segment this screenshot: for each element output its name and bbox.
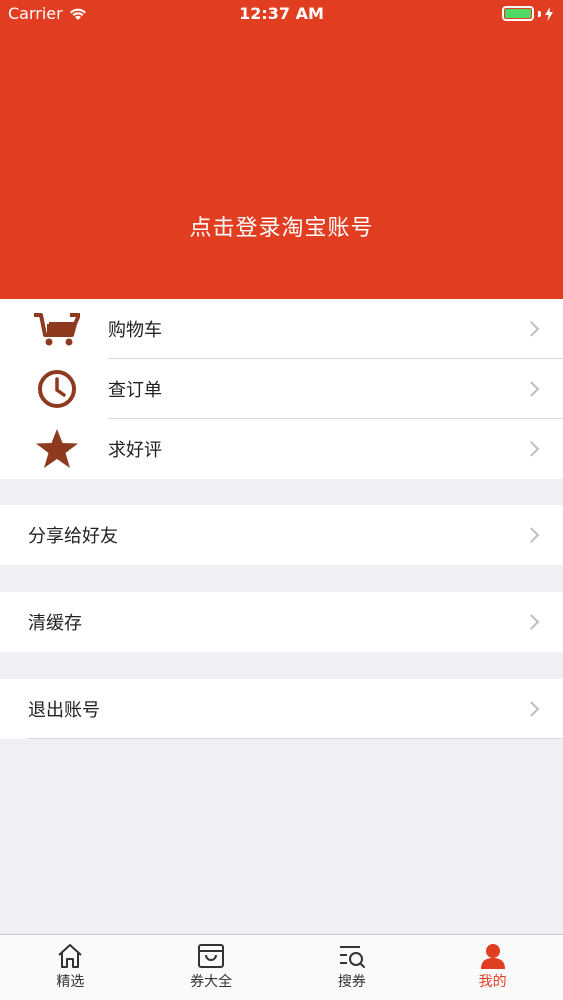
- star-icon: [33, 425, 81, 473]
- tab-mine[interactable]: 我的: [422, 935, 563, 1000]
- battery-icon: [502, 6, 534, 21]
- coupon-box-icon: [198, 944, 225, 968]
- battery-indicator: [502, 6, 553, 21]
- chevron-right-icon: [523, 614, 540, 630]
- menu-item-clear-cache[interactable]: 清缓存: [0, 592, 563, 652]
- tab-label: 我的: [478, 974, 507, 990]
- menu-item-label: 分享给好友: [28, 526, 118, 547]
- user-icon: [480, 944, 505, 969]
- menu-item-cart[interactable]: 购物车: [0, 299, 563, 359]
- cache-group: 清缓存: [0, 592, 563, 652]
- tab-search-coupons[interactable]: 搜券: [282, 935, 423, 1000]
- tab-bar: 精选 券大全 搜券 我的: [0, 934, 563, 1000]
- chevron-right-icon: [523, 441, 540, 457]
- home-icon: [58, 944, 83, 968]
- tab-label: 搜券: [337, 974, 366, 990]
- status-bar: Carrier 12:37 AM: [0, 0, 563, 30]
- menu-item-label: 退出账号: [28, 700, 100, 721]
- search-list-icon: [339, 946, 365, 968]
- main-menu-group: 购物车 查订单 求好评: [0, 299, 563, 479]
- menu-item-label: 清缓存: [28, 613, 82, 634]
- tab-featured[interactable]: 精选: [0, 935, 141, 1000]
- tab-coupons[interactable]: 券大全: [141, 935, 282, 1000]
- menu-item-label: 查订单: [108, 380, 162, 401]
- clock-icon: [33, 365, 81, 413]
- cart-icon: [33, 305, 81, 353]
- share-group: 分享给好友: [0, 505, 563, 565]
- profile-header: 点击登录淘宝账号: [0, 0, 563, 299]
- charging-bolt-icon: [545, 6, 553, 21]
- chevron-right-icon: [523, 527, 540, 543]
- chevron-right-icon: [523, 701, 540, 717]
- login-taobao-link[interactable]: 点击登录淘宝账号: [0, 210, 563, 242]
- status-time: 12:37 AM: [239, 4, 324, 23]
- chevron-right-icon: [523, 381, 540, 397]
- tab-label: 券大全: [190, 974, 233, 990]
- menu-item-share[interactable]: 分享给好友: [0, 505, 563, 565]
- chevron-right-icon: [523, 321, 540, 337]
- menu-item-label: 求好评: [108, 440, 162, 461]
- tab-label: 精选: [56, 974, 85, 990]
- menu-item-label: 购物车: [108, 320, 162, 341]
- menu-item-logout[interactable]: 退出账号: [0, 679, 563, 739]
- menu-item-orders[interactable]: 查订单: [0, 359, 563, 419]
- logout-group: 退出账号: [0, 679, 563, 739]
- menu-item-rate[interactable]: 求好评: [0, 419, 563, 479]
